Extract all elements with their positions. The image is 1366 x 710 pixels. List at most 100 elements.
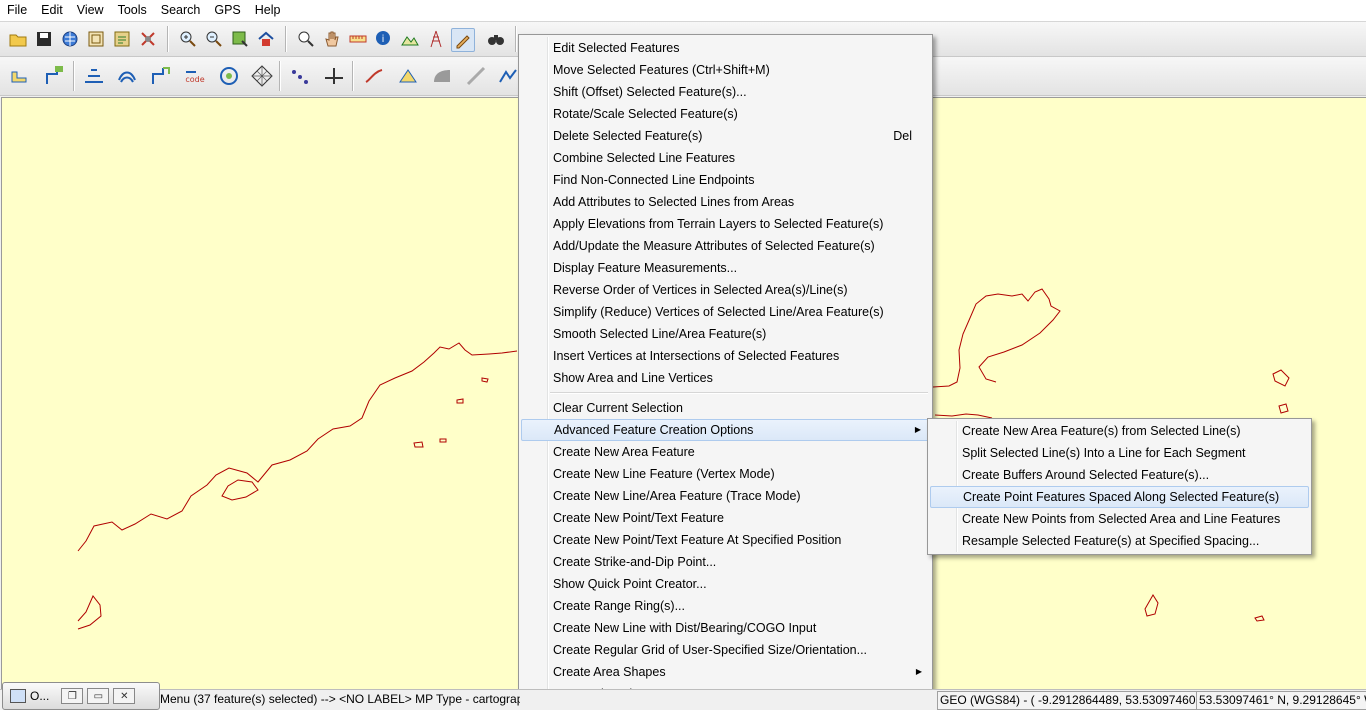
status-message: Menu (37 feature(s) selected) --> <NO LA… <box>160 692 520 706</box>
menu-search[interactable]: Search <box>154 0 208 21</box>
menu-item-combine-selected-line-features[interactable]: Combine Selected Line Features <box>521 147 930 169</box>
menu-separator <box>550 392 928 394</box>
zoom-box-icon[interactable] <box>229 28 251 50</box>
maximize-icon[interactable]: ▭ <box>87 688 110 704</box>
menu-item-create-new-point-text-feature-at-specified-position[interactable]: Create New Point/Text Feature At Specifi… <box>521 529 930 551</box>
menu-item-show-quick-point-creator[interactable]: Show Quick Point Creator... <box>521 573 930 595</box>
menu-item-create-new-line-area-feature-trace-mode[interactable]: Create New Line/Area Feature (Trace Mode… <box>521 485 930 507</box>
menu-help[interactable]: Help <box>248 0 288 21</box>
pan-hand-icon[interactable] <box>321 28 343 50</box>
line-tool-icon[interactable] <box>41 62 69 90</box>
menu-item-clear-current-selection[interactable]: Clear Current Selection <box>521 397 930 419</box>
menu-item-label: Create New Line with Dist/Bearing/COGO I… <box>553 621 817 635</box>
menu-view[interactable]: View <box>70 0 111 21</box>
export-icon[interactable] <box>111 28 133 50</box>
menu-item-create-new-line-with-dist-bearing-cogo-input[interactable]: Create New Line with Dist/Bearing/COGO I… <box>521 617 930 639</box>
binoculars-icon[interactable] <box>485 28 507 50</box>
grid-icon[interactable] <box>248 62 276 90</box>
tower-icon[interactable] <box>425 28 447 50</box>
menu-item-find-non-connected-line-endpoints[interactable]: Find Non-Connected Line Endpoints <box>521 169 930 191</box>
menu-item-label: Apply Elevations from Terrain Layers to … <box>553 217 884 231</box>
menu-item-apply-elevations-from-terrain-layers-to-selected-feature-s[interactable]: Apply Elevations from Terrain Layers to … <box>521 213 930 235</box>
menu-edit[interactable]: Edit <box>34 0 70 21</box>
submenu-item-label: Create Point Features Spaced Along Selec… <box>963 490 1280 504</box>
menu-item-show-area-and-line-vertices[interactable]: Show Area and Line Vertices <box>521 367 930 389</box>
toolbar-separator <box>73 61 75 91</box>
info-icon[interactable]: i <box>373 28 395 50</box>
submenu-item-label: Resample Selected Feature(s) at Specifie… <box>962 534 1260 548</box>
submenu-arrow-icon: ▶ <box>914 425 921 434</box>
menu-item-create-new-line-feature-vertex-mode[interactable]: Create New Line Feature (Vertex Mode) <box>521 463 930 485</box>
menu-item-add-update-the-measure-attributes-of-selected-feature-s[interactable]: Add/Update the Measure Attributes of Sel… <box>521 235 930 257</box>
minimized-window[interactable]: O... ❐ ▭ ✕ <box>2 682 160 710</box>
close-icon[interactable]: ✕ <box>113 688 136 704</box>
open-folder-icon[interactable] <box>7 28 29 50</box>
elevation-icon[interactable] <box>399 28 421 50</box>
submenu-item-label: Create New Area Feature(s) from Selected… <box>962 424 1241 438</box>
menu-item-label: Advanced Feature Creation Options <box>554 423 754 437</box>
menu-item-shift-offset-selected-feature-s[interactable]: Shift (Offset) Selected Feature(s)... <box>521 81 930 103</box>
menu-item-move-selected-features-ctrl-shift-m[interactable]: Move Selected Features (Ctrl+Shift+M) <box>521 59 930 81</box>
points-icon[interactable] <box>286 62 314 90</box>
coil-icon[interactable] <box>113 62 141 90</box>
menu-item-add-attributes-to-selected-lines-from-areas[interactable]: Add Attributes to Selected Lines from Ar… <box>521 191 930 213</box>
menu-item-rotate-scale-selected-feature-s[interactable]: Rotate/Scale Selected Feature(s) <box>521 103 930 125</box>
zoom-out-icon[interactable] <box>203 28 225 50</box>
menu-item-label: Show Area and Line Vertices <box>553 371 713 385</box>
ruler-line-icon[interactable] <box>80 62 108 90</box>
shade-icon[interactable] <box>428 62 456 90</box>
config-icon[interactable] <box>137 28 159 50</box>
submenu-item-resample-selected-feature-s-at-specified-spacing[interactable]: Resample Selected Feature(s) at Specifie… <box>930 530 1309 552</box>
submenu-item-create-buffers-around-selected-feature-s[interactable]: Create Buffers Around Selected Feature(s… <box>930 464 1309 486</box>
restore-icon[interactable]: ❐ <box>61 688 84 704</box>
menu-bar: File Edit View Tools Search GPS Help <box>0 0 1366 22</box>
circle-icon[interactable] <box>215 62 243 90</box>
menu-item-create-new-area-feature[interactable]: Create New Area Feature <box>521 441 930 463</box>
sketch-icon[interactable] <box>360 62 388 90</box>
menu-item-create-strike-and-dip-point[interactable]: Create Strike-and-Dip Point... <box>521 551 930 573</box>
load-layers-icon[interactable] <box>85 28 107 50</box>
menu-item-smooth-selected-line-area-feature-s[interactable]: Smooth Selected Line/Area Feature(s) <box>521 323 930 345</box>
save-icon[interactable] <box>33 28 55 50</box>
menu-item-label: Move Selected Features (Ctrl+Shift+M) <box>553 63 770 77</box>
menu-gps[interactable]: GPS <box>207 0 247 21</box>
menu-item-edit-selected-features[interactable]: Edit Selected Features <box>521 37 930 59</box>
menu-file[interactable]: File <box>0 0 34 21</box>
digitizer-icon[interactable] <box>451 28 475 52</box>
status-geo-coords: GEO (WGS84) - ( -9.2912864489, 53.530974… <box>937 691 1197 710</box>
edit-vertex-icon[interactable] <box>147 62 175 90</box>
menu-tools[interactable]: Tools <box>111 0 154 21</box>
menu-item-label: Delete Selected Feature(s) <box>553 129 703 143</box>
menu-item-create-new-point-text-feature[interactable]: Create New Point/Text Feature <box>521 507 930 529</box>
submenu-item-split-selected-line-s-into-a-line-for-each-segment[interactable]: Split Selected Line(s) Into a Line for E… <box>930 442 1309 464</box>
svg-text:i: i <box>382 34 385 45</box>
menu-item-label: Create Area Shapes <box>553 665 666 679</box>
menu-item-insert-vertices-at-intersections-of-selected-features[interactable]: Insert Vertices at Intersections of Sele… <box>521 345 930 367</box>
status-dms-coords: 53.53097461° N, 9.29128645° W <box>1196 691 1366 710</box>
window-icon <box>10 689 26 703</box>
menu-item-create-regular-grid-of-user-specified-size-orientation[interactable]: Create Regular Grid of User-Specified Si… <box>521 639 930 661</box>
globe-icon[interactable] <box>59 28 81 50</box>
cogo-icon[interactable]: code <box>181 62 209 90</box>
zoom-select-icon[interactable] <box>295 28 317 50</box>
path-icon[interactable] <box>462 62 490 90</box>
home-icon[interactable] <box>255 28 277 50</box>
menu-item-create-range-ring-s[interactable]: Create Range Ring(s)... <box>521 595 930 617</box>
menu-item-create-area-shapes[interactable]: Create Area Shapes ▶ <box>521 661 930 683</box>
menu-item-advanced-feature-creation-options[interactable]: Advanced Feature Creation Options ▶ <box>521 419 930 441</box>
split-icon[interactable] <box>320 62 348 90</box>
submenu-item-create-point-features-spaced-along-selected-feature-s[interactable]: Create Point Features Spaced Along Selec… <box>930 486 1309 508</box>
context-menu: Edit Selected Features Move Selected Feat… <box>518 34 933 709</box>
submenu-item-create-new-area-feature-s-from-selected-line-s[interactable]: Create New Area Feature(s) from Selected… <box>930 420 1309 442</box>
submenu-item-label: Create New Points from Selected Area and… <box>962 512 1281 526</box>
zoom-in-icon[interactable] <box>177 28 199 50</box>
menu-item-delete-selected-feature-s[interactable]: Delete Selected Feature(s) Del <box>521 125 930 147</box>
menu-item-display-feature-measurements[interactable]: Display Feature Measurements... <box>521 257 930 279</box>
measure-area-icon[interactable] <box>394 62 422 90</box>
toolbar-separator <box>515 26 517 52</box>
measure-icon[interactable] <box>347 28 369 50</box>
menu-item-simplify-reduce-vertices-of-selected-line-area-feature-s[interactable]: Simplify (Reduce) Vertices of Selected L… <box>521 301 930 323</box>
menu-item-reverse-order-of-vertices-in-selected-area-s-line-s[interactable]: Reverse Order of Vertices in Selected Ar… <box>521 279 930 301</box>
submenu-item-create-new-points-from-selected-area-and-line-features[interactable]: Create New Points from Selected Area and… <box>930 508 1309 530</box>
area-tool-icon[interactable] <box>7 62 35 90</box>
